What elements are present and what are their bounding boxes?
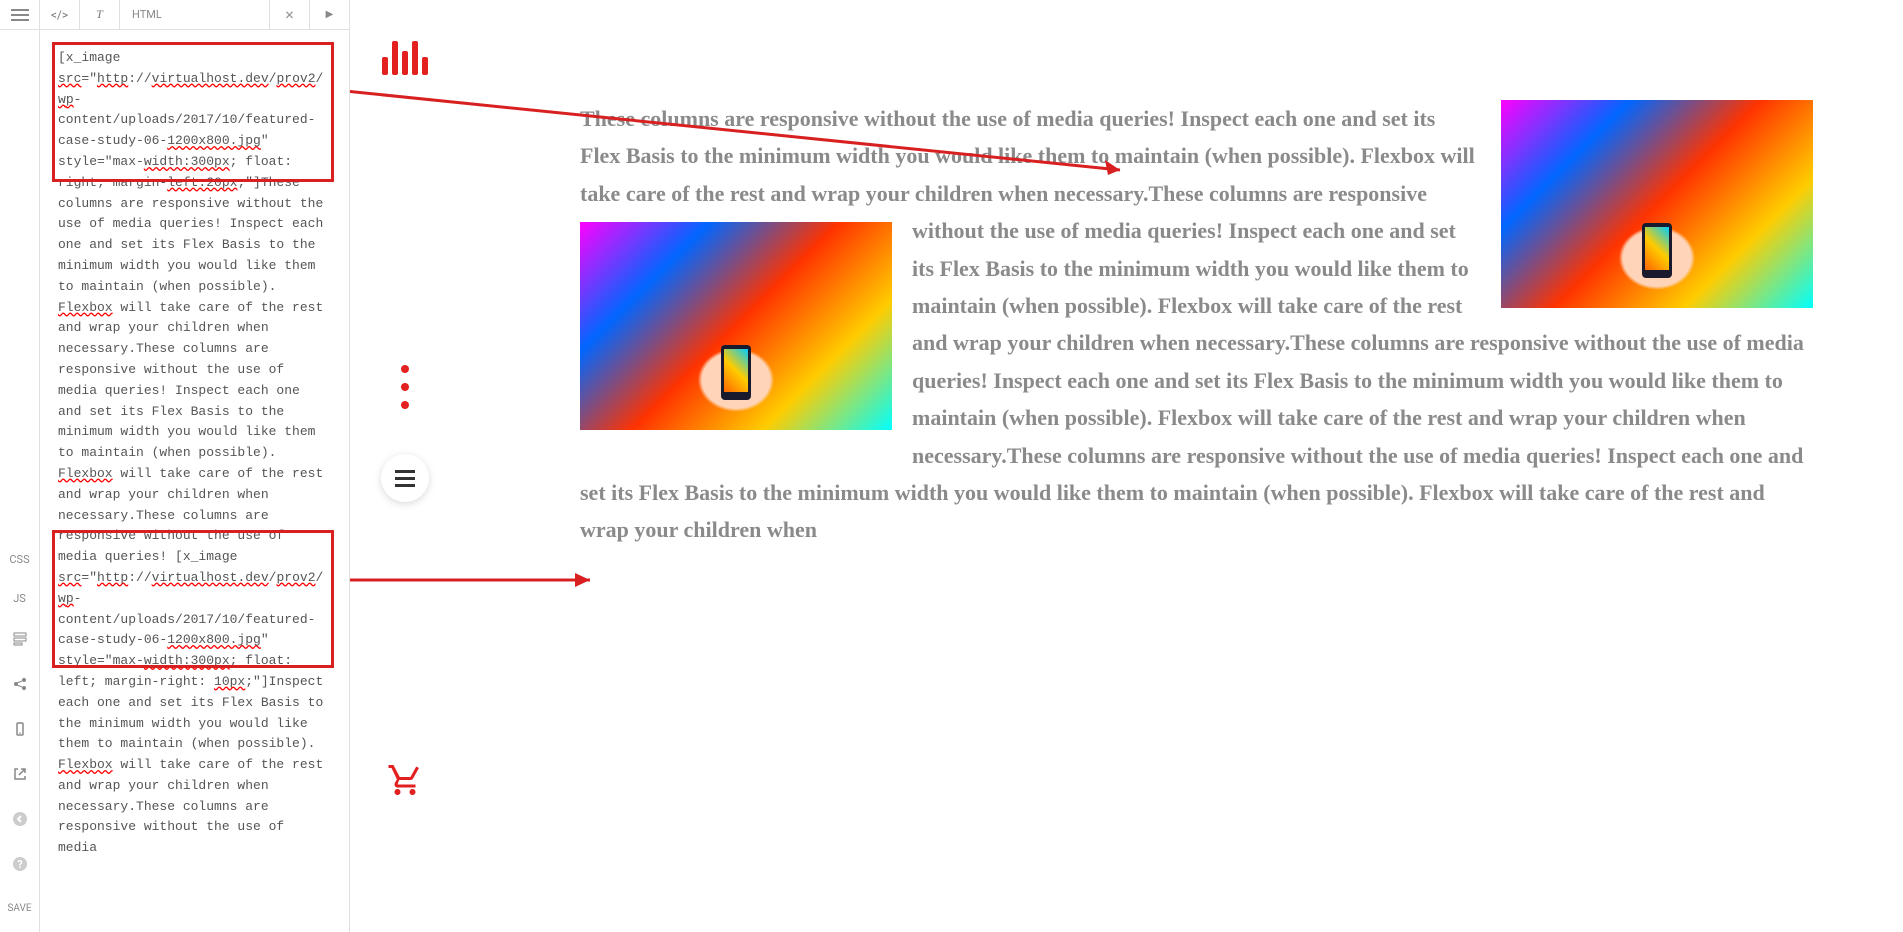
hamburger-icon — [11, 9, 29, 21]
tab-play-button[interactable]: ▶ — [309, 0, 349, 29]
logo-icon[interactable] — [382, 35, 428, 75]
svg-text:?: ? — [17, 858, 23, 871]
tab-code[interactable]: </> — [40, 0, 80, 29]
site-nav — [350, 0, 460, 932]
tab-label: HTML — [120, 0, 269, 29]
help-icon[interactable]: ? — [0, 852, 39, 879]
left-rail: CSS JS ? SAVE — [0, 0, 40, 932]
menu-button[interactable] — [381, 454, 429, 502]
code-editor[interactable]: [x_image src="http://virtualhost.dev/pro… — [40, 30, 349, 932]
content-area: These columns are responsive without the… — [580, 100, 1813, 932]
external-link-icon[interactable] — [0, 762, 39, 789]
body-text: These columns are responsive without the… — [580, 100, 1813, 549]
js-tool[interactable]: JS — [0, 588, 39, 609]
preview-panel: These columns are responsive without the… — [350, 0, 1903, 932]
css-tool[interactable]: CSS — [0, 549, 39, 570]
image-left — [580, 222, 892, 430]
tab-close-button[interactable]: × — [269, 0, 309, 29]
rail-menu-button[interactable] — [0, 0, 39, 30]
menu-icon — [395, 470, 415, 487]
dots-menu-icon[interactable] — [401, 365, 409, 409]
save-button[interactable]: SAVE — [7, 897, 31, 920]
cart-icon[interactable] — [387, 762, 423, 806]
back-icon[interactable] — [0, 807, 39, 834]
editor-panel: </> T HTML × ▶ [x_image src="http://virt… — [40, 0, 350, 932]
editor-tabs: </> T HTML × ▶ — [40, 0, 349, 30]
skeleton-icon[interactable] — [0, 627, 39, 654]
tab-text[interactable]: T — [80, 0, 120, 29]
image-right — [1501, 100, 1813, 308]
share-icon[interactable] — [0, 672, 39, 699]
device-icon[interactable] — [0, 717, 39, 744]
